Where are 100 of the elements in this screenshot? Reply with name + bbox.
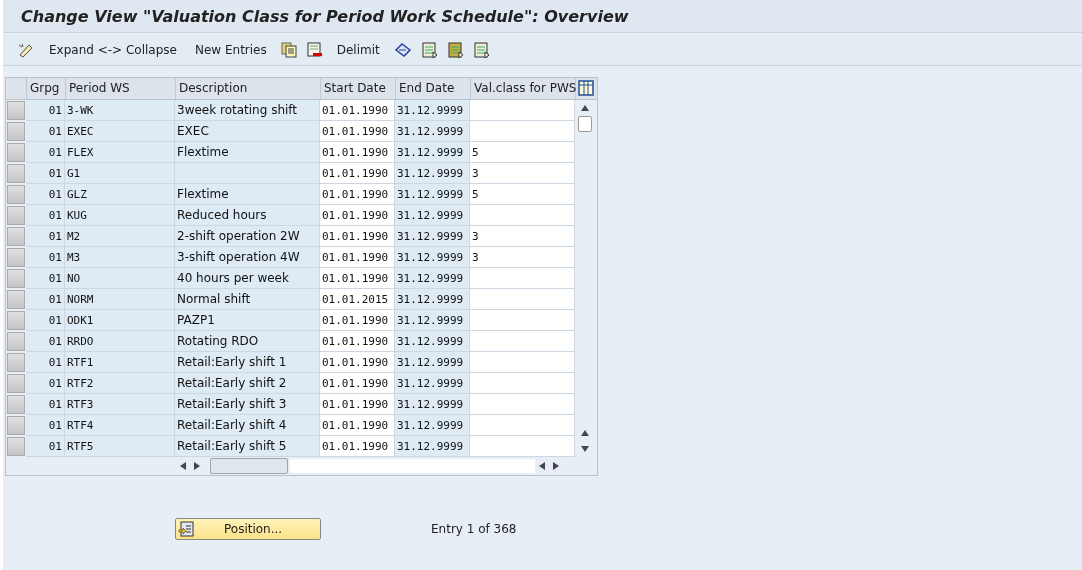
- row-selector[interactable]: [7, 164, 25, 183]
- row-selector[interactable]: [7, 395, 25, 414]
- table-cell: Rotating RDO: [175, 331, 320, 352]
- table-settings-icon[interactable]: [578, 80, 594, 96]
- table-cell: RTF2: [65, 373, 175, 394]
- row-selector[interactable]: [7, 122, 25, 141]
- table-cell: FLEX: [65, 142, 175, 163]
- table-cell: 3week rotating shift: [175, 100, 320, 121]
- scroll-down-icon[interactable]: [581, 446, 589, 452]
- table-cell: 01: [26, 100, 65, 121]
- scroll-left-icon[interactable]: [539, 462, 545, 470]
- column-header[interactable]: End Date: [396, 78, 471, 99]
- table-cell: 3-shift operation 4W: [175, 247, 320, 268]
- table-cell: 01.01.1990: [320, 121, 395, 142]
- table-cell: PAZP1: [175, 310, 320, 331]
- row-selector[interactable]: [7, 437, 25, 456]
- table-cell: 01: [26, 415, 65, 436]
- table-cell: Flextime: [175, 184, 320, 205]
- toolbar-button[interactable]: Delimit: [330, 43, 386, 57]
- table-cell: ODK1: [65, 310, 175, 331]
- row-selector[interactable]: [7, 353, 25, 372]
- toolbar-button[interactable]: New Entries: [188, 43, 273, 57]
- entry-counter: Entry 1 of 368: [431, 522, 517, 536]
- table-cell: 01.01.1990: [320, 163, 395, 184]
- table-cell: 3: [470, 226, 575, 247]
- table-cell: Reduced hours: [175, 205, 320, 226]
- scroll-left-icon[interactable]: [180, 462, 186, 470]
- table-cell: 31.12.9999: [395, 394, 470, 415]
- table-cell: 3: [470, 163, 575, 184]
- table-cell: RTF1: [65, 352, 175, 373]
- table-cell: 01: [26, 205, 65, 226]
- column-header[interactable]: Start Date: [321, 78, 396, 99]
- row-selector[interactable]: [7, 416, 25, 435]
- table-cell: 3-WK: [65, 100, 175, 121]
- table-cell: 01: [26, 289, 65, 310]
- column-header[interactable]: Val.class for PWS: [471, 78, 576, 99]
- table-cell: 31.12.9999: [395, 436, 470, 457]
- table-cell: 31.12.9999: [395, 100, 470, 121]
- table-cell: 01.01.1990: [320, 373, 395, 394]
- scroll-right-icon[interactable]: [553, 462, 559, 470]
- table-cell: G1: [65, 163, 175, 184]
- delete-row-icon[interactable]: [306, 42, 323, 58]
- scroll-thumb[interactable]: [210, 458, 288, 474]
- column-header[interactable]: Period WS: [66, 78, 176, 99]
- table-cell: 31.12.9999: [395, 331, 470, 352]
- table-cell: M3: [65, 247, 175, 268]
- table-cell: 5: [470, 184, 575, 205]
- row-selector[interactable]: [7, 143, 25, 162]
- table-cell: 31.12.9999: [395, 373, 470, 394]
- table-cell: KUG: [65, 205, 175, 226]
- table-cell: 01.01.1990: [320, 352, 395, 373]
- table-cell: 31.12.9999: [395, 352, 470, 373]
- table-cell: NO: [65, 268, 175, 289]
- table-cell: 01: [26, 373, 65, 394]
- table-cell: 2-shift operation 2W: [175, 226, 320, 247]
- table-cell: RTF3: [65, 394, 175, 415]
- row-selector[interactable]: [7, 311, 25, 330]
- row-selector[interactable]: [7, 227, 25, 246]
- table-cell: 01.01.1990: [320, 100, 395, 121]
- scroll-right-icon[interactable]: [194, 462, 200, 470]
- table-cell: Normal shift: [175, 289, 320, 310]
- table-cell: 31.12.9999: [395, 289, 470, 310]
- table-cell: 31.12.9999: [395, 142, 470, 163]
- scroll-up-icon[interactable]: [581, 430, 589, 436]
- table-cell: NORM: [65, 289, 175, 310]
- table-cell: 5: [470, 142, 575, 163]
- table-cell: 01.01.1990: [320, 205, 395, 226]
- table-cell: RTF4: [65, 415, 175, 436]
- scroll-up-icon[interactable]: [581, 105, 589, 111]
- row-selector[interactable]: [7, 101, 25, 120]
- table-select-icon[interactable]: [447, 42, 464, 58]
- table-cell: 01.01.1990: [320, 268, 395, 289]
- row-selector[interactable]: [7, 332, 25, 351]
- table-cell: 01.01.1990: [320, 310, 395, 331]
- row-selector[interactable]: [7, 206, 25, 225]
- column-header[interactable]: Description: [176, 78, 321, 99]
- row-selector[interactable]: [7, 374, 25, 393]
- scroll-thumb[interactable]: [578, 116, 592, 132]
- table-select-icon[interactable]: [473, 42, 490, 58]
- toolbar-button[interactable]: Expand <-> Collapse: [43, 43, 183, 57]
- table-cell: Retail:Early shift 1: [175, 352, 320, 373]
- table-cell: RTF5: [65, 436, 175, 457]
- table-select-icon[interactable]: [421, 42, 438, 58]
- column-header[interactable]: Grpg: [27, 78, 66, 99]
- table-cell: GLZ: [65, 184, 175, 205]
- row-selector[interactable]: [7, 269, 25, 288]
- table-cell: 31.12.9999: [395, 247, 470, 268]
- copy-icon[interactable]: [280, 42, 297, 58]
- position-icon: [178, 521, 194, 537]
- row-selector[interactable]: [7, 185, 25, 204]
- table-cell: 31.12.9999: [395, 184, 470, 205]
- row-selector[interactable]: [7, 290, 25, 309]
- table-cell: 01: [26, 163, 65, 184]
- table-cell: 01: [26, 226, 65, 247]
- position-button[interactable]: Position...: [175, 518, 321, 540]
- pencil-icon[interactable]: [17, 42, 35, 58]
- table-cell: 40 hours per week: [175, 268, 320, 289]
- table-cell: 01: [26, 331, 65, 352]
- row-selector[interactable]: [7, 248, 25, 267]
- table-cell: EXEC: [175, 121, 320, 142]
